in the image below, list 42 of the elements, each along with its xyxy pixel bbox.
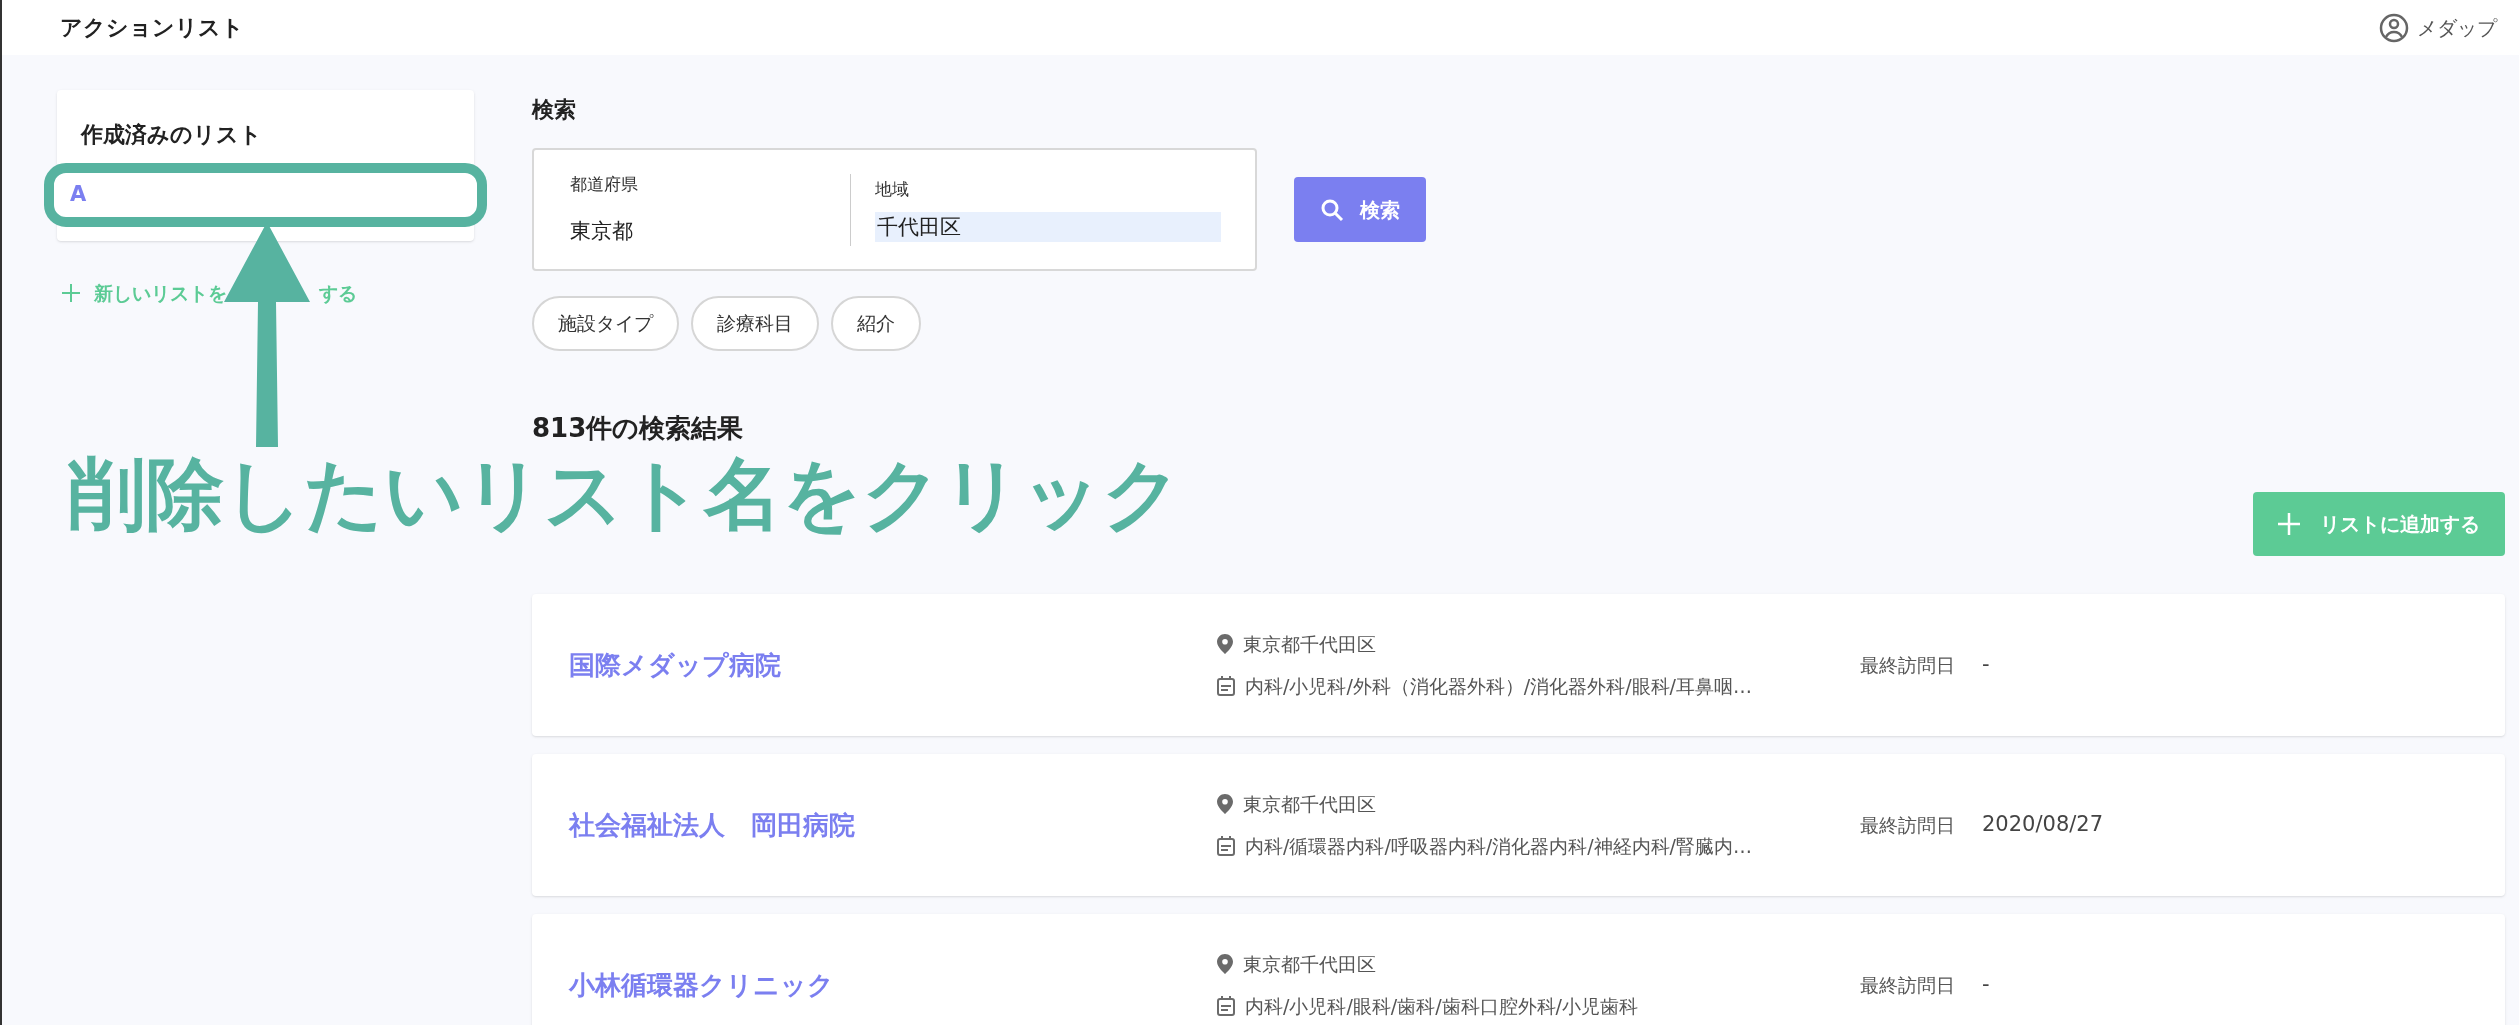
user-name[interactable]: メダップ: [2417, 12, 2497, 43]
search-icon: [1320, 197, 1344, 222]
calendar-icon: [1217, 836, 1235, 857]
facility-address: 東京都千代田区: [1243, 631, 1376, 657]
last-visit-date: 2020/08/27: [1982, 811, 2104, 839]
last-visit-label: 最終訪問日: [1860, 972, 1956, 998]
facility-name[interactable]: 小林循環器クリニック: [569, 965, 1217, 1005]
facility-address: 東京都千代田区: [1243, 791, 1376, 817]
map-pin-icon: [1217, 793, 1233, 814]
calendar-icon: [1217, 676, 1235, 697]
search-button[interactable]: 検索: [1294, 177, 1426, 242]
saved-lists-title: 作成済みのリスト: [79, 121, 263, 149]
search-heading: 検索: [532, 96, 577, 124]
map-pin-icon: [1217, 633, 1233, 654]
last-visit-date: -: [1982, 971, 1990, 999]
new-list-link[interactable]: 新しいリストを する: [62, 278, 357, 307]
plus-icon: [2278, 513, 2300, 535]
results-count: 813件の検索結果: [532, 412, 745, 445]
last-visit-date: -: [1982, 651, 1990, 679]
last-visit-label: 最終訪問日: [1860, 812, 1956, 838]
filter-chip[interactable]: 診療科目: [691, 296, 819, 351]
user-icon[interactable]: [2379, 12, 2409, 43]
facility-name[interactable]: 国際メダップ病院: [569, 645, 1217, 685]
departments-text: 内科/小児科/外科（消化器外科）/消化器外科/眼科/耳鼻咽…: [1245, 674, 1752, 699]
region-input[interactable]: 千代田区: [875, 212, 1221, 243]
prefecture-value[interactable]: 東京都: [570, 215, 850, 247]
departments-text: 内科/小児科/眼科/歯科/歯科口腔外科/小児歯科: [1245, 994, 1638, 1019]
list-item[interactable]: A: [54, 173, 477, 217]
field-label: 地域: [875, 177, 910, 201]
last-visit-label: 最終訪問日: [1860, 652, 1956, 678]
facility-name[interactable]: 社会福祉法人 岡田病院: [569, 805, 1217, 845]
page-title: アクションリスト: [60, 14, 244, 42]
add-to-list-button[interactable]: リストに追加する: [2253, 492, 2505, 556]
plus-icon: [62, 283, 80, 302]
annotation-text: 削除したいリスト名をクリック: [68, 455, 1182, 533]
map-pin-icon: [1217, 953, 1233, 974]
departments-text: 内科/循環器内科/呼吸器内科/消化器内科/神経内科/腎臓内…: [1245, 834, 1752, 859]
facility-address: 東京都千代田区: [1243, 951, 1376, 977]
field-label: 都道府県: [570, 173, 639, 196]
filter-chip[interactable]: 紹介: [831, 296, 921, 351]
calendar-icon: [1217, 996, 1235, 1017]
filter-chip[interactable]: 施設タイプ: [532, 296, 679, 351]
